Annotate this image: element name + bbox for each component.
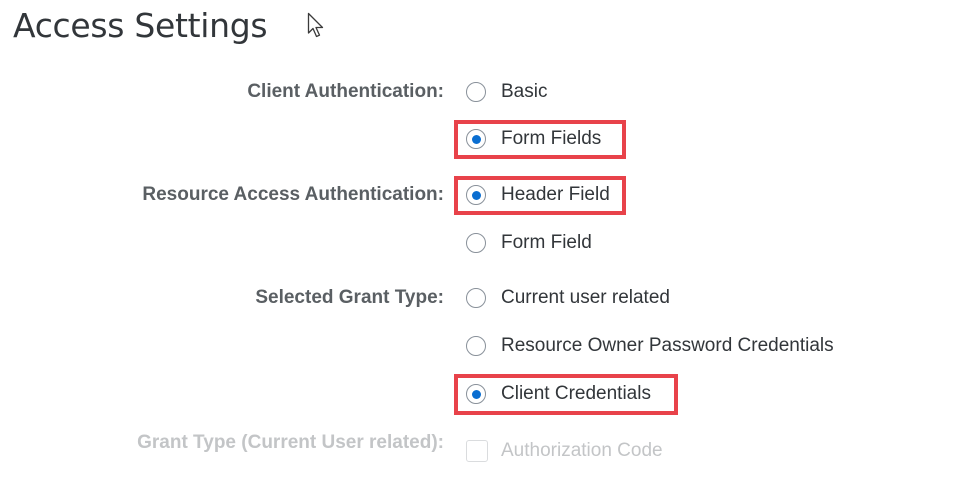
grant-type-option-resource-owner-password[interactable]: Resource Owner Password Credentials xyxy=(466,334,834,358)
grant-type-option-current-user-related[interactable]: Current user related xyxy=(466,286,670,310)
option-label-client-credentials: Client Credentials xyxy=(501,383,651,404)
resource-auth-option-form-field[interactable]: Form Field xyxy=(466,231,592,255)
option-label-form-field: Form Field xyxy=(501,232,592,253)
option-label-resource-owner-password: Resource Owner Password Credentials xyxy=(501,335,834,356)
client-auth-option-form-fields[interactable]: Form Fields xyxy=(466,127,601,151)
resource-access-authentication-label: Resource Access Authentication: xyxy=(142,184,444,205)
grant-type-option-client-credentials[interactable]: Client Credentials xyxy=(466,382,651,406)
option-label-current-user-related: Current user related xyxy=(501,287,670,308)
mouse-pointer-icon xyxy=(307,12,324,38)
grant-type-current-user-option-authorization-code: Authorization Code xyxy=(466,439,663,463)
resource-auth-option-header-field[interactable]: Header Field xyxy=(466,183,610,207)
radio-form-field[interactable] xyxy=(466,233,486,253)
option-label-basic: Basic xyxy=(501,81,548,102)
radio-header-field[interactable] xyxy=(466,185,486,205)
option-label-header-field: Header Field xyxy=(501,184,610,205)
radio-current-user-related[interactable] xyxy=(466,288,486,308)
checkbox-authorization-code xyxy=(466,440,488,462)
client-auth-option-basic[interactable]: Basic xyxy=(466,80,547,104)
selected-grant-type-label: Selected Grant Type: xyxy=(255,287,444,308)
grant-type-current-user-label: Grant Type (Current User related): xyxy=(137,432,444,453)
client-authentication-label: Client Authentication: xyxy=(247,81,444,102)
radio-basic[interactable] xyxy=(466,82,486,102)
radio-form-fields[interactable] xyxy=(466,129,486,149)
option-label-authorization-code: Authorization Code xyxy=(501,440,663,461)
access-settings-page: Access Settings Client Authentication: B… xyxy=(0,0,958,486)
radio-resource-owner-password[interactable] xyxy=(466,336,486,356)
page-title: Access Settings xyxy=(13,6,268,45)
radio-client-credentials[interactable] xyxy=(466,384,486,404)
option-label-form-fields: Form Fields xyxy=(501,128,602,149)
